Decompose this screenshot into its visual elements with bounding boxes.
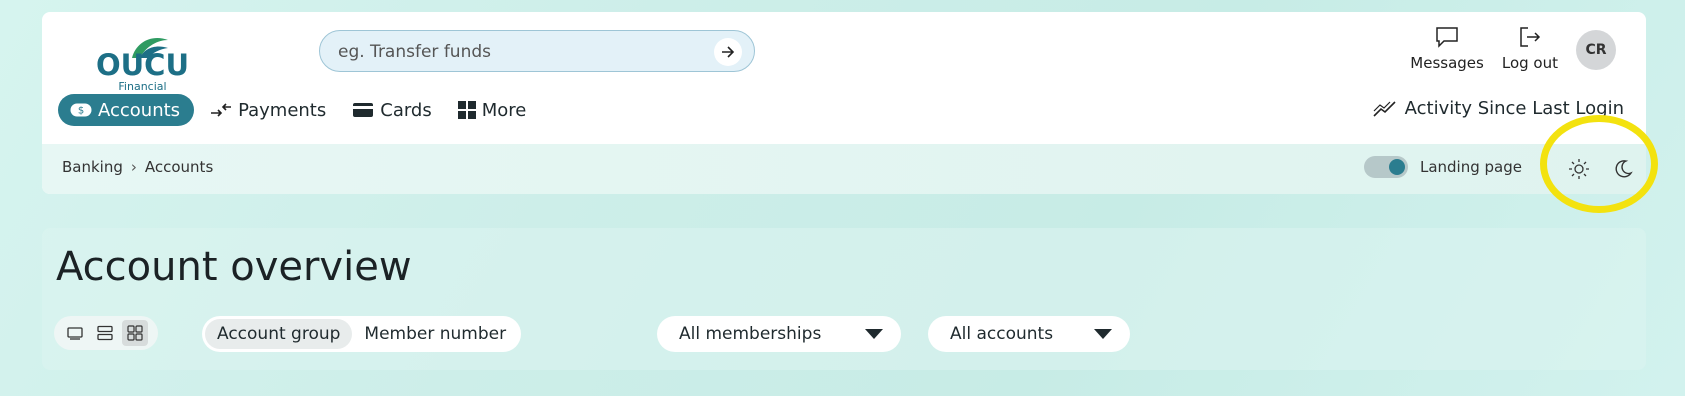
trend-icon xyxy=(1373,100,1397,118)
landing-page-toggle[interactable]: Landing page xyxy=(1363,156,1522,178)
landing-page-label: Landing page xyxy=(1419,158,1522,176)
nav-item-payments[interactable]: Payments xyxy=(200,94,336,126)
caret-down-icon xyxy=(1094,329,1112,339)
chevron-right-icon: › xyxy=(130,158,137,176)
search-bar xyxy=(319,30,755,72)
breadcrumb-banking[interactable]: Banking xyxy=(62,158,123,176)
logout-icon xyxy=(1520,27,1540,47)
view-grid-button[interactable] xyxy=(122,320,148,346)
card-view-icon xyxy=(67,327,83,340)
view-list-button[interactable] xyxy=(92,320,118,346)
view-card-button[interactable] xyxy=(62,320,88,346)
messages-label: Messages xyxy=(1410,54,1484,72)
search-input[interactable] xyxy=(338,40,698,64)
search-submit-button[interactable] xyxy=(714,38,742,66)
nav-item-label: Payments xyxy=(238,99,327,121)
breadcrumb: Banking › Accounts xyxy=(62,158,213,176)
logo-text: OUCU xyxy=(95,48,190,82)
nav-item-cards[interactable]: Cards xyxy=(342,94,442,126)
card-icon xyxy=(352,102,374,118)
breadcrumb-accounts: Accounts xyxy=(144,158,214,176)
transfer-arrows-icon xyxy=(210,101,232,119)
view-mode-toggle xyxy=(54,316,158,350)
group-by-member-number[interactable]: Member number xyxy=(352,319,518,349)
group-by-segmented-control: Account group Member number xyxy=(202,316,522,352)
logo-subtitle: Financial xyxy=(118,80,167,93)
messages-button[interactable]: Messages xyxy=(1410,26,1484,72)
dollar-badge-icon: $ xyxy=(70,103,92,117)
toggle-knob xyxy=(1388,159,1405,175)
account-overview-card: Account overview Account group Member nu… xyxy=(42,228,1646,370)
grid-icon xyxy=(457,101,476,119)
arrow-right-icon xyxy=(722,46,735,58)
svg-text:$: $ xyxy=(78,106,84,117)
sub-header-bar: Banking › Accounts Landing page xyxy=(42,144,1646,194)
logout-label: Log out xyxy=(1501,54,1558,72)
oucu-logo[interactable]: OUCU Financial xyxy=(88,22,198,94)
list-view-icon xyxy=(97,325,113,341)
header-card: OUCU Financial Messages Log out CR xyxy=(42,12,1646,194)
group-by-account-group[interactable]: Account group xyxy=(205,319,353,349)
memberships-dropdown-value: All memberships xyxy=(679,324,822,344)
message-icon xyxy=(1436,27,1458,48)
caret-down-icon xyxy=(865,329,883,339)
logout-button[interactable]: Log out xyxy=(1502,26,1558,72)
page-title: Account overview xyxy=(56,244,412,290)
memberships-dropdown[interactable]: All memberships xyxy=(657,316,901,352)
nav-item-label: Accounts xyxy=(98,99,181,121)
nav-item-label: Cards xyxy=(380,99,432,121)
header-actions: Messages Log out CR xyxy=(1410,26,1616,72)
yellow-highlight-circle xyxy=(1540,115,1658,213)
accounts-dropdown[interactable]: All accounts xyxy=(928,316,1130,352)
nav-item-accounts[interactable]: $ Accounts xyxy=(58,94,195,126)
grid-view-icon xyxy=(127,325,143,341)
accounts-dropdown-value: All accounts xyxy=(950,324,1054,344)
main-nav: $ Accounts Payments Cards More xyxy=(58,94,542,126)
user-avatar[interactable]: CR xyxy=(1576,30,1616,70)
nav-item-label: More xyxy=(481,99,527,121)
nav-item-more[interactable]: More xyxy=(448,94,537,126)
toggle-switch[interactable] xyxy=(1363,156,1408,178)
